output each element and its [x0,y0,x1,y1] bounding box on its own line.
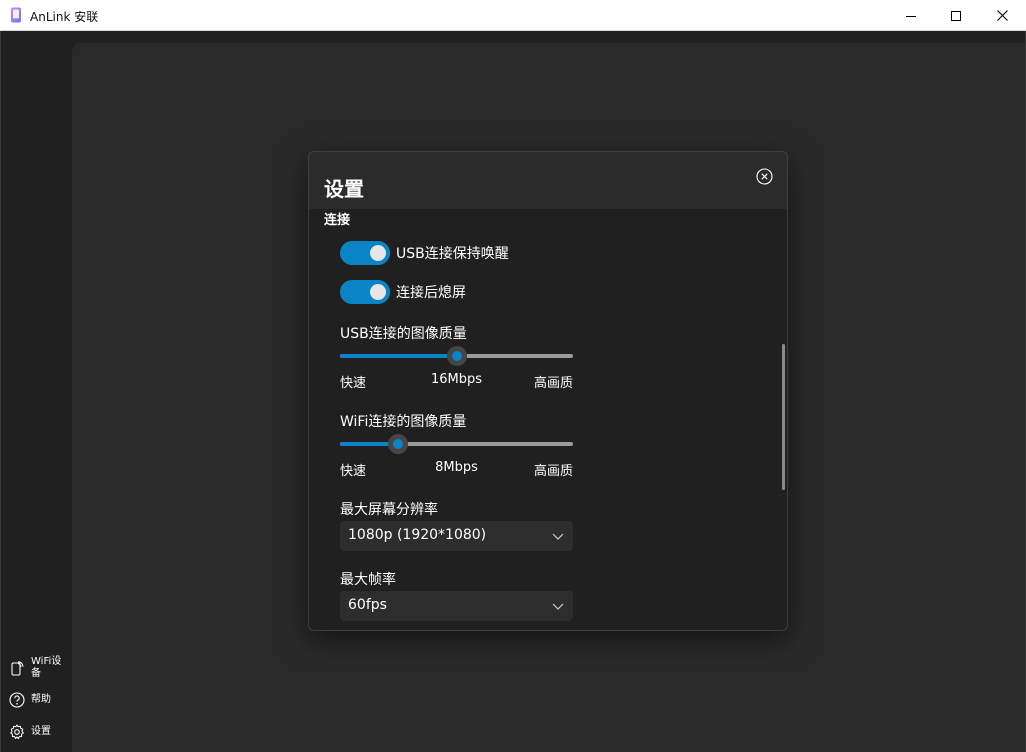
sidebar-item-label: WiFi设备 [31,656,62,679]
max-resolution-label: 最大屏幕分辨率 [340,502,438,518]
minimize-button[interactable] [888,0,934,31]
toggle-row-screen-off: 连接后熄屏 [340,280,466,304]
max-frame-rate-label: 最大帧率 [340,572,396,588]
gear-icon [10,724,24,740]
dialog-body: 连接 USB连接保持唤醒 连接后熄屏 USB连接的图像质量 快速 16Mbps … [309,209,787,630]
section-title-connection: 连接 [324,213,351,228]
minimize-icon [906,15,916,17]
usb-quality-slider[interactable] [340,346,573,366]
toggle-label: 连接后熄屏 [396,285,466,301]
close-dialog-button[interactable] [756,168,773,185]
sidebar: WiFi设备 帮助 设置 [1,31,71,752]
usb-keep-awake-toggle[interactable] [340,241,390,265]
maximize-icon [951,10,961,21]
wifi-quality-scale: 快速 8Mbps 高画质 [340,460,573,479]
maximize-button[interactable] [933,0,979,31]
toggle-label: USB连接保持唤醒 [396,246,509,262]
help-icon [9,692,25,708]
scale-max-label: 高画质 [533,376,573,391]
slider-fill [340,354,457,358]
wifi-quality-slider[interactable] [340,434,573,454]
sidebar-item-label: 帮助 [31,694,51,705]
scale-max-label: 高画质 [533,464,573,479]
select-value: 1080p (1920*1080) [348,527,487,543]
wifi-device-icon [11,661,24,676]
sidebar-item-settings[interactable]: 设置 [9,724,51,740]
dialog-header: 设置 [309,152,787,209]
toggle-knob [370,284,386,300]
usb-quality-scale: 快速 16Mbps 高画质 [340,372,573,391]
toggle-knob [370,245,386,261]
slider-thumb[interactable] [388,434,408,454]
close-icon [996,10,1008,21]
sidebar-item-wifi-device[interactable]: WiFi设备 [9,656,67,680]
dialog-scrollbar[interactable] [782,344,785,490]
settings-dialog: 设置 连接 USB连接保持唤醒 连接后熄屏 USB连接的图像质量 快速 16Mb… [308,151,788,631]
app-logo-icon [11,7,21,23]
slider-thumb[interactable] [447,346,467,366]
chevron-down-icon [552,603,564,610]
close-window-button[interactable] [979,0,1025,31]
wifi-quality-label: WiFi连接的图像质量 [340,414,467,430]
max-resolution-select[interactable]: 1080p (1920*1080) [340,521,573,551]
sidebar-item-help[interactable]: 帮助 [9,692,51,708]
screen-off-toggle[interactable] [340,280,390,304]
chevron-down-icon [552,533,564,540]
max-frame-rate-select[interactable]: 60fps [340,591,573,621]
window-title: AnLink 安联 [30,10,99,24]
sidebar-item-label: 设置 [31,726,51,737]
usb-quality-label: USB连接的图像质量 [340,326,467,342]
dialog-title: 设置 [324,177,364,201]
toggle-row-usb-keep-awake: USB连接保持唤醒 [340,241,509,265]
select-value: 60fps [348,597,387,613]
title-bar: AnLink 安联 [0,0,1026,31]
